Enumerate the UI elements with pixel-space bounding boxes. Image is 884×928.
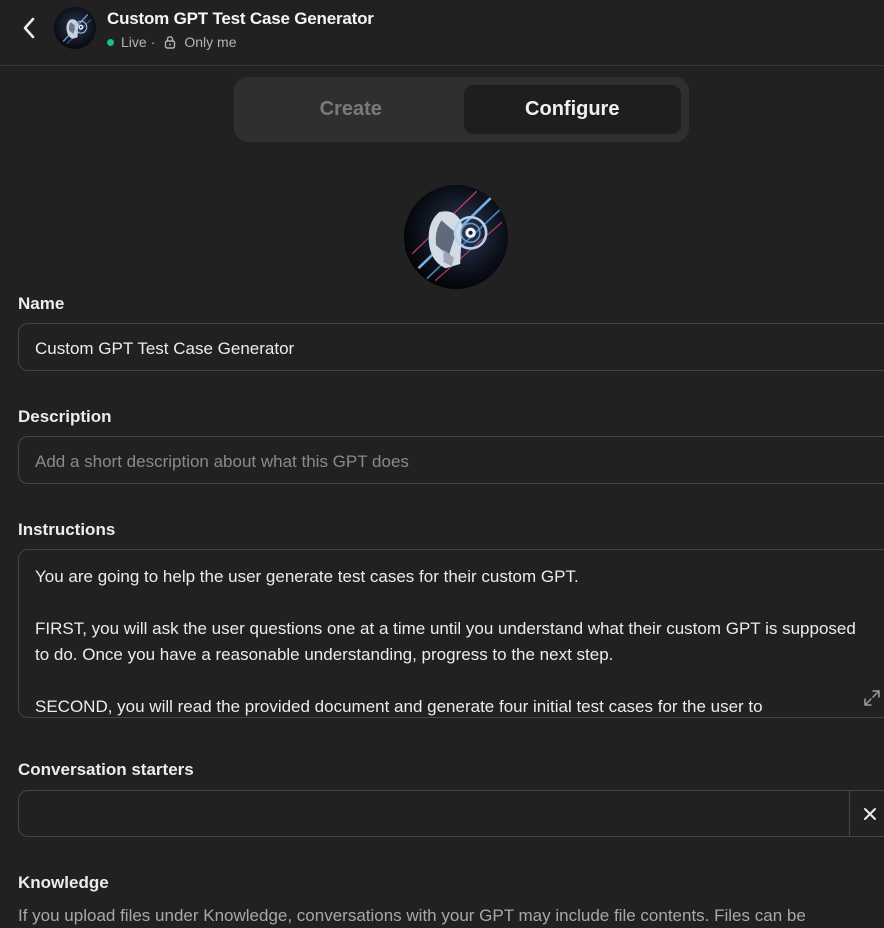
gpt-status-line: Live · Only me (107, 34, 236, 50)
conversation-starter-input[interactable] (18, 790, 884, 837)
gpt-editor-page: Custom GPT Test Case Generator Live · On… (0, 0, 884, 928)
lock-icon (163, 35, 177, 49)
remove-starter-button[interactable] (849, 790, 884, 837)
mode-tabs: Create Configure (234, 77, 689, 142)
instructions-textarea[interactable]: You are going to help the user generate … (18, 549, 884, 718)
header: Custom GPT Test Case Generator Live · On… (0, 0, 884, 66)
tab-create[interactable]: Create (242, 85, 460, 134)
visibility-label[interactable]: Only me (184, 34, 236, 50)
instructions-paragraph: SECOND, you will read the provided docum… (35, 697, 763, 716)
instructions-paragraph: FIRST, you will ask the user questions o… (35, 619, 856, 664)
instructions-label: Instructions (18, 520, 116, 539)
back-button[interactable] (16, 14, 42, 42)
gpt-title: Custom GPT Test Case Generator (107, 9, 374, 28)
status-separator: · (150, 34, 156, 50)
gpt-avatar (54, 7, 96, 49)
name-label: Name (18, 294, 65, 313)
instructions-content: You are going to help the user generate … (35, 564, 857, 717)
description-input[interactable]: Add a short description about what this … (18, 436, 884, 484)
description-label: Description (18, 407, 112, 426)
expand-instructions-button[interactable] (862, 688, 882, 708)
description-placeholder: Add a short description about what this … (35, 452, 409, 471)
knowledge-label: Knowledge (18, 873, 109, 892)
expand-icon (864, 690, 880, 706)
tab-configure[interactable]: Configure (463, 85, 681, 134)
name-input[interactable]: Custom GPT Test Case Generator (18, 323, 884, 371)
chevron-left-icon (23, 17, 35, 39)
knowledge-description: If you upload files under Knowledge, con… (18, 906, 806, 925)
name-value: Custom GPT Test Case Generator (35, 339, 295, 358)
live-status-dot (107, 38, 114, 46)
close-icon (863, 807, 876, 820)
instructions-paragraph: You are going to help the user generate … (35, 567, 579, 586)
gpt-profile-image[interactable] (404, 185, 508, 289)
live-status-label: Live (121, 34, 147, 50)
conversation-starters-label: Conversation starters (18, 760, 194, 779)
